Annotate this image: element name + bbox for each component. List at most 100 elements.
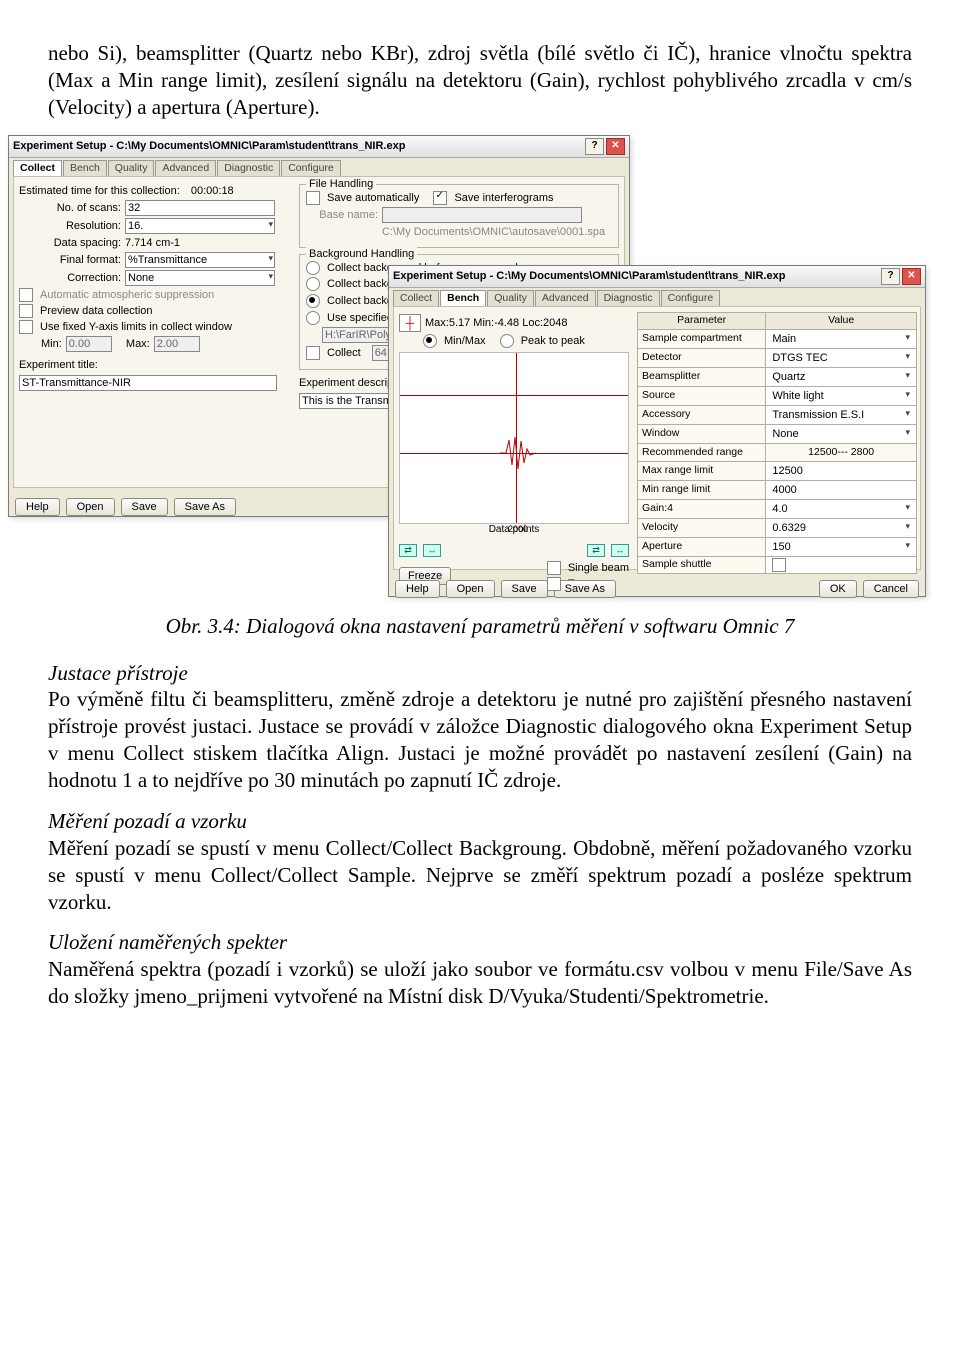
bg-before-radio[interactable] [306,261,320,275]
tab-diagnostic[interactable]: Diagnostic [217,160,280,176]
correction-select[interactable] [125,270,275,286]
save-button[interactable]: Save [501,580,548,598]
sample-shuttle-checkbox[interactable] [772,558,786,572]
gain-select[interactable] [770,501,912,517]
open-button[interactable]: Open [446,580,495,598]
single-beam-checkbox[interactable] [547,561,561,575]
scans-field[interactable] [125,200,275,216]
arrow-icon: ⇄ [587,544,605,557]
tab-strip: Collect Bench Quality Advanced Diagnosti… [9,158,629,176]
final-format-label: Final format: [19,253,121,267]
experiment-title-field[interactable] [19,375,277,391]
sample-compartment-select[interactable] [770,331,912,347]
save-inter-checkbox[interactable] [433,191,447,205]
section-title: Měření pozadí a vzorku [48,809,247,833]
fixed-y-checkbox[interactable] [19,320,33,334]
help-icon[interactable]: ? [585,138,604,155]
fixed-y-label: Use fixed Y-axis limits in collect windo… [40,320,232,334]
base-name-label: Base name: [306,208,378,222]
detector-select[interactable] [770,350,912,366]
save-inter-label: Save interferograms [454,191,553,205]
window-title: Experiment Setup - C:\My Documents\OMNIC… [393,269,785,283]
auto-atm-checkbox[interactable] [19,288,33,302]
resolution-select[interactable] [125,218,275,234]
resolution-label: Resolution: [19,219,121,233]
correction-label: Correction: [19,271,121,285]
est-time-value: 00:00:18 [191,184,234,198]
arrow-icon: ↔ [611,544,629,557]
help-button[interactable]: Help [395,580,440,598]
cancel-button[interactable]: Cancel [863,580,919,598]
saveas-button[interactable]: Save As [554,580,616,598]
plot-icon: ┼ [399,314,421,332]
ptp-radio[interactable] [500,334,514,348]
open-button[interactable]: Open [66,498,115,516]
tab-diagnostic[interactable]: Diagnostic [597,290,660,306]
tab-bench[interactable]: Bench [440,290,486,306]
window-title: Experiment Setup - C:\My Documents\OMNIC… [13,139,405,153]
close-icon[interactable]: ✕ [902,268,921,285]
tab-advanced[interactable]: Advanced [535,290,596,306]
save-auto-checkbox[interactable] [306,191,320,205]
ptp-label: Peak to peak [521,334,585,348]
preview-checkbox[interactable] [19,304,33,318]
tab-bench[interactable]: Bench [63,160,107,176]
scans-label: No. of scans: [19,201,121,215]
min-range-field[interactable] [770,482,912,498]
single-beam-label: Single beam [568,561,629,575]
saveas-button[interactable]: Save As [174,498,236,516]
accessory-select[interactable] [770,407,912,423]
file-handling-legend: File Handling [306,177,376,191]
bg-file-radio[interactable] [306,311,320,325]
final-format-select[interactable] [125,252,275,268]
source-select[interactable] [770,388,912,404]
window-select[interactable] [770,426,912,442]
table-row: Gain:4 [638,499,917,518]
experiment-title-label: Experiment title: [19,358,98,372]
ok-button[interactable]: OK [819,580,857,598]
help-icon[interactable]: ? [881,268,900,285]
save-auto-label: Save automatically [327,191,419,205]
velocity-select[interactable] [770,520,912,536]
section-title: Uložení naměřených spekter [48,930,287,954]
close-icon[interactable]: ✕ [606,138,625,155]
section-mereni: Měření pozadí a vzorku Měření pozadí se … [48,808,912,916]
table-row: Detector [638,348,917,367]
tab-configure[interactable]: Configure [661,290,721,306]
table-row: Beamsplitter [638,367,917,386]
interferogram-plot: 2000 Data points [399,352,629,524]
value-header: Value [766,313,917,329]
tab-quality[interactable]: Quality [108,160,155,176]
tab-quality[interactable]: Quality [487,290,534,306]
beamsplitter-select[interactable] [770,369,912,385]
left-arrow-group[interactable]: ⇄↔ [399,544,441,557]
tab-advanced[interactable]: Advanced [155,160,216,176]
intro-paragraph: nebo Si), beamsplitter (Quartz nebo KBr)… [48,40,912,121]
right-arrow-group[interactable]: ⇄↔ [587,544,629,557]
bg-after-radio[interactable] [306,277,320,291]
collect-n-checkbox[interactable] [306,346,320,360]
table-row: Max range limit [638,461,917,480]
background-handling-legend: Background Handling [306,247,417,261]
aperture-select[interactable] [770,539,912,555]
section-body: Měření pozadí se spustí v menu Collect/C… [48,836,912,914]
tab-collect[interactable]: Collect [393,290,439,306]
autosave-path: C:\My Documents\OMNIC\autosave\0001.spa [382,225,605,239]
max-range-field[interactable] [770,463,912,479]
tab-configure[interactable]: Configure [281,160,341,176]
arrow-icon: ↔ [423,544,441,557]
bg-after-min-radio[interactable] [306,294,320,308]
save-button[interactable]: Save [121,498,168,516]
arrow-icon: ⇄ [399,544,417,557]
tab-collect[interactable]: Collect [13,160,62,176]
max-field [154,336,200,352]
tone-checkbox[interactable] [547,577,561,591]
table-row: Min range limit [638,480,917,499]
table-row: Sample compartment [638,329,917,348]
minmax-radio[interactable] [423,334,437,348]
data-spacing-label: Data spacing: [19,236,121,250]
table-row: Recommended range12500--- 2800 [638,443,917,461]
param-header: Parameter [638,313,766,329]
plot-xlabel: Data points [400,524,628,537]
help-button[interactable]: Help [15,498,60,516]
